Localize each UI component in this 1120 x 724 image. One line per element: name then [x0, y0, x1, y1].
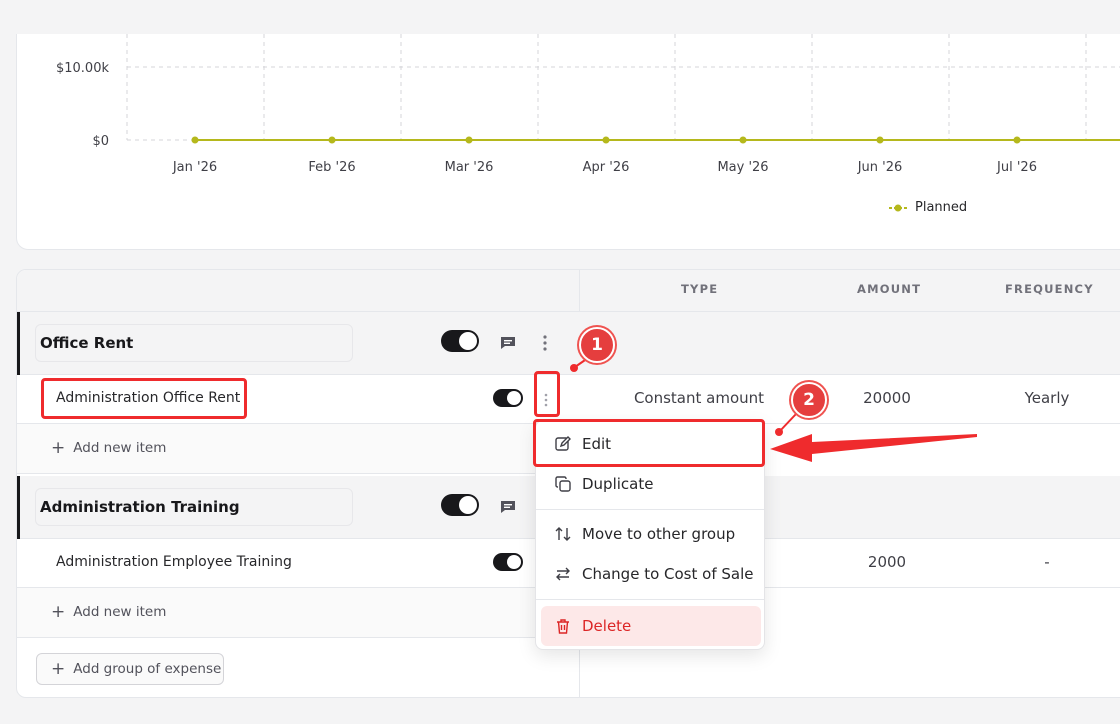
highlight-box-more	[534, 371, 560, 417]
item-toggle[interactable]	[493, 389, 523, 407]
sort-arrows-icon	[555, 527, 571, 541]
add-group-button[interactable]: + Add group of expense	[36, 653, 224, 685]
swap-icon	[556, 567, 570, 581]
item-type: Constant amount	[633, 389, 765, 407]
add-group-label: Add group of expense	[73, 661, 222, 677]
plus-icon: +	[51, 438, 66, 458]
highlight-box-edit	[533, 419, 765, 467]
menu-item-duplicate[interactable]: Duplicate	[541, 464, 761, 504]
add-new-item-button[interactable]: + Add new item	[51, 438, 167, 458]
menu-item-label: Change to Cost of Sale	[582, 565, 754, 583]
column-header-amount: AMOUNT	[857, 282, 922, 296]
group-accent-bar	[17, 312, 20, 375]
x-tick-label: May '26	[717, 160, 768, 175]
legend-marker-icon	[889, 204, 907, 211]
chart-card: $10.00k $0 Jan '26 Feb '26 Mar '26 Apr '26 May…	[16, 34, 1120, 250]
more-options-icon[interactable]	[537, 332, 553, 354]
plus-icon: +	[51, 659, 66, 679]
trash-icon	[557, 619, 569, 634]
y-tick-label: $0	[92, 134, 109, 149]
step-badge-1: 1	[579, 327, 615, 363]
add-item-row: + Add new item	[17, 588, 580, 638]
expense-chart: $10.00k $0 Jan '26 Feb '26 Mar '26 Apr '26 May…	[56, 34, 1120, 175]
highlight-box-item	[41, 378, 247, 419]
menu-item-label: Delete	[582, 617, 632, 635]
data-point	[1013, 136, 1021, 144]
add-item-row: + Add new item	[17, 424, 580, 474]
menu-item-delete[interactable]: Delete	[541, 606, 761, 646]
chart-legend[interactable]: Planned	[889, 200, 967, 215]
item-frequency: -	[1044, 553, 1050, 571]
group-name-field[interactable]: Office Rent	[35, 324, 353, 362]
data-point	[602, 136, 610, 144]
group-toggle[interactable]	[441, 494, 479, 516]
item-name: Administration Employee Training	[56, 554, 292, 570]
group-name-field[interactable]: Administration Training	[35, 488, 353, 526]
group-toggle[interactable]	[441, 330, 479, 352]
column-header-frequency: FREQUENCY	[1005, 282, 1094, 296]
data-point	[465, 136, 473, 144]
plus-icon: +	[51, 602, 66, 622]
item-toggle[interactable]	[493, 553, 523, 571]
expense-group-row: Office Rent	[17, 312, 1120, 375]
menu-item-label: Move to other group	[582, 525, 736, 543]
x-tick-label: Apr '26	[583, 160, 630, 175]
menu-divider	[536, 509, 764, 510]
menu-item-move-group[interactable]: Move to other group	[541, 514, 761, 554]
group-accent-bar	[17, 476, 20, 539]
x-tick-label: Mar '26	[445, 160, 494, 175]
data-point	[191, 136, 199, 144]
y-tick-label: $10.00k	[56, 61, 109, 76]
column-header-type: TYPE	[681, 282, 719, 296]
data-point	[739, 136, 747, 144]
data-point	[328, 136, 336, 144]
x-tick-label: Jun '26	[857, 160, 903, 175]
add-new-item-label: Add new item	[73, 440, 167, 456]
comment-icon[interactable]	[497, 332, 519, 354]
x-tick-label: Jul '26	[996, 160, 1037, 175]
item-frequency: Yearly	[1024, 389, 1070, 407]
comment-icon[interactable]	[497, 496, 519, 518]
x-tick-label: Feb '26	[308, 160, 355, 175]
x-tick-label: Jan '26	[172, 160, 217, 175]
menu-item-label: Duplicate	[582, 475, 654, 493]
menu-item-change-cost[interactable]: Change to Cost of Sale	[541, 554, 761, 594]
item-amount: 20000	[863, 389, 911, 407]
duplicate-icon	[555, 476, 571, 492]
menu-divider	[536, 599, 764, 600]
legend-label-planned: Planned	[915, 200, 968, 215]
item-amount: 2000	[867, 553, 907, 571]
data-point	[876, 136, 884, 144]
step-badge-2: 2	[791, 382, 827, 418]
add-new-item-label: Add new item	[73, 604, 167, 620]
add-new-item-button[interactable]: + Add new item	[51, 602, 167, 622]
